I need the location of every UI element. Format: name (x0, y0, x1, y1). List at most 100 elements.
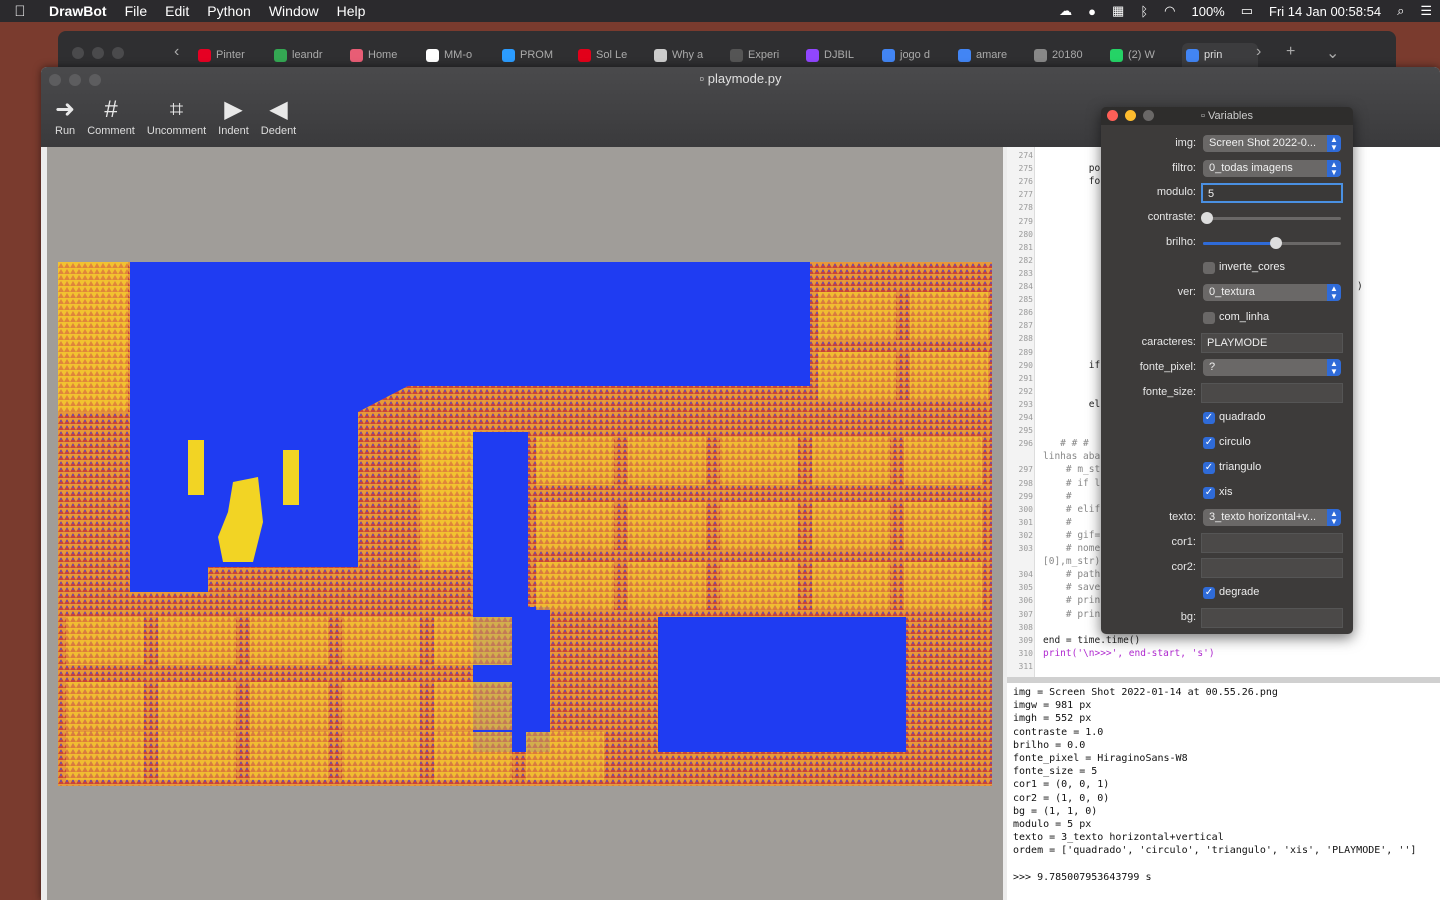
browser-tab[interactable]: Why a (650, 43, 726, 67)
browser-tab[interactable]: Sol Le (574, 43, 650, 67)
tab-search-icon[interactable]: ⌄ (1326, 43, 1339, 63)
menu-python[interactable]: Python (198, 3, 260, 19)
line-number: 279 (1018, 216, 1033, 226)
browser-tab[interactable]: leandr (270, 43, 346, 67)
var-brilho: brilho: (1101, 232, 1353, 254)
comment-button[interactable]: # Comment (81, 95, 141, 137)
filtro-select[interactable]: 0_todas imagens ▲ ▼ (1203, 160, 1341, 177)
code-line: # gif= (1043, 529, 1101, 541)
control-center-icon[interactable]: ☰ (1412, 3, 1440, 19)
brick (434, 682, 512, 730)
battery-label[interactable]: 100% (1183, 4, 1232, 19)
zoom-icon[interactable] (1143, 110, 1154, 121)
ver-select[interactable]: 0_textura ▲ ▼ (1203, 284, 1341, 301)
battery-icon[interactable]: ▭ (1233, 3, 1261, 19)
status-circle-icon[interactable]: ● (1080, 4, 1104, 19)
drawing-canvas[interactable] (47, 147, 1003, 900)
apple-icon[interactable]:  (0, 3, 40, 20)
minimize-icon[interactable] (1125, 110, 1136, 121)
var-caracteres: caracteres: PLAYMODE (1101, 332, 1353, 354)
browser-tab[interactable]: Experi (726, 43, 802, 67)
brick (812, 437, 890, 485)
dedent-button[interactable]: ◀ Dedent (255, 95, 302, 137)
creative-cloud-icon[interactable]: ☁ (1051, 3, 1080, 19)
code-line: # m_st (1043, 464, 1101, 476)
favicon-icon (426, 48, 439, 62)
browser-tab-label: DJBIL (824, 49, 854, 61)
line-number: 292 (1018, 386, 1033, 396)
browser-tab[interactable]: jogo d (878, 43, 954, 67)
dedent-label: Dedent (260, 125, 297, 137)
cor1-input[interactable] (1201, 533, 1343, 553)
favicon-icon (1034, 48, 1047, 62)
line-number: 289 (1018, 347, 1033, 357)
tab-scroll-right-icon[interactable]: › (1256, 43, 1261, 61)
bluetooth-icon[interactable]: ᛒ (1132, 4, 1156, 19)
clock[interactable]: Fri 14 Jan 00:58:54 (1261, 4, 1389, 19)
var-filtro: filtro: 0_todas imagens ▲ ▼ (1101, 158, 1353, 180)
run-button[interactable]: ➜ Run (49, 95, 81, 137)
quadrado-checkbox[interactable]: ✓ (1203, 412, 1215, 424)
line-number: 284 (1018, 282, 1033, 291)
xis-checkbox[interactable]: ✓ (1203, 487, 1215, 499)
texto-select[interactable]: 3_texto horizontal+v... ▲ ▼ (1203, 509, 1341, 526)
browser-tab[interactable]: Pinter (194, 43, 270, 67)
indent-button[interactable]: ▶ Indent (212, 95, 255, 137)
code-line: # (1043, 490, 1072, 502)
browser-tab[interactable]: MM-o (422, 43, 498, 67)
dedent-icon: ◀ (269, 96, 288, 123)
browser-tab[interactable]: Home (346, 43, 422, 67)
contraste-slider-knob[interactable] (1201, 212, 1213, 224)
line-number: 301 (1018, 517, 1033, 527)
line-number: 307 (1018, 609, 1033, 619)
favicon-icon (1186, 48, 1199, 62)
browser-tab[interactable]: (2) W (1106, 43, 1182, 67)
triangulo-checkbox[interactable]: ✓ (1203, 462, 1215, 474)
cor2-input[interactable] (1201, 558, 1343, 578)
brick (720, 562, 798, 610)
inverte-cores-checkbox[interactable] (1203, 262, 1215, 274)
uncomment-button[interactable]: ⌗ Uncomment (141, 95, 212, 137)
menu-window[interactable]: Window (260, 3, 328, 19)
browser-tab[interactable]: amare (954, 43, 1030, 67)
img-select[interactable]: Screen Shot 2022-0... ▲ ▼ (1203, 135, 1341, 152)
com-linha-checkbox[interactable] (1203, 312, 1215, 324)
menu-file[interactable]: File (116, 3, 157, 19)
circulo-checkbox[interactable]: ✓ (1203, 437, 1215, 449)
browser-tab[interactable]: prin (1182, 43, 1258, 67)
keyboard-icon[interactable]: ▦ (1104, 3, 1132, 19)
line-number: 291 (1018, 373, 1033, 383)
new-tab-icon[interactable]: + (1286, 43, 1295, 61)
browser-tab-label: Sol Le (596, 49, 628, 61)
degrade-checkbox[interactable]: ✓ (1203, 587, 1215, 599)
var-brilho-label: brilho: (1166, 236, 1196, 248)
caracteres-input[interactable]: PLAYMODE (1201, 333, 1343, 353)
brilho-slider[interactable] (1203, 237, 1341, 249)
favicon-icon (958, 48, 971, 62)
spotlight-icon[interactable]: ⌕ (1389, 3, 1412, 19)
console-line: modulo = 5 px (1013, 819, 1092, 831)
tab-scroll-left-icon[interactable]: ‹ (174, 43, 179, 61)
browser-tab[interactable]: PROM (498, 43, 574, 67)
wifi-icon[interactable]: ◠ (1156, 3, 1183, 19)
browser-tab[interactable]: DJBIL (802, 43, 878, 67)
menu-help[interactable]: Help (328, 3, 375, 19)
close-icon[interactable] (1107, 110, 1118, 121)
code-line: # if l (1043, 477, 1101, 489)
bg-input[interactable] (1201, 608, 1343, 628)
brick (628, 502, 706, 550)
modulo-input[interactable]: 5 (1201, 183, 1343, 203)
brilho-slider-knob[interactable] (1270, 237, 1282, 249)
browser-tab[interactable]: 20180 (1030, 43, 1106, 67)
menu-edit[interactable]: Edit (156, 3, 198, 19)
favicon-icon (730, 48, 743, 62)
line-number: 276 (1018, 177, 1033, 187)
line-number: 274 (1018, 151, 1033, 160)
code-line: [0],m_str) (1043, 556, 1101, 568)
browser-tab-label: prin (1204, 49, 1223, 61)
line-number: 304 (1018, 570, 1033, 580)
fonte-size-input[interactable] (1201, 383, 1343, 403)
contraste-slider[interactable] (1201, 212, 1341, 224)
menu-app-name[interactable]: DrawBot (40, 3, 116, 19)
fonte-pixel-select[interactable]: ? ▲ ▼ (1203, 359, 1341, 376)
